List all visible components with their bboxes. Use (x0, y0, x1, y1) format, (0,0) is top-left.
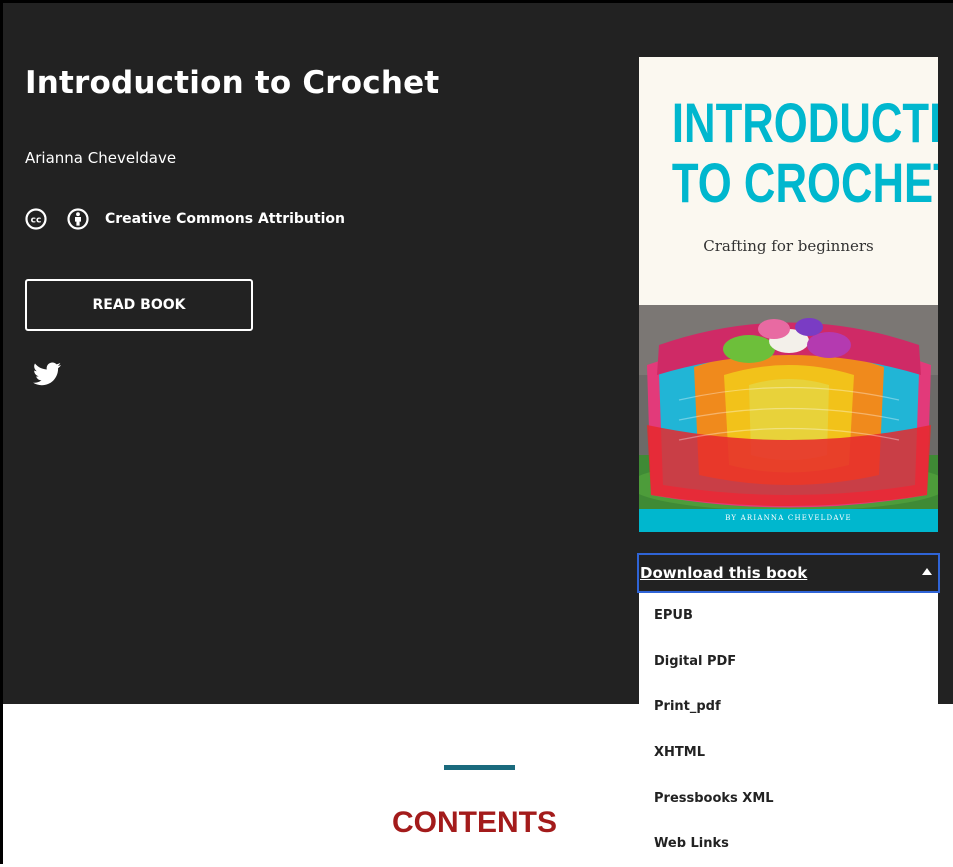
cc-icon[interactable]: cc (25, 208, 47, 230)
read-book-button[interactable]: READ BOOK (25, 279, 253, 331)
book-cover: INTRODUCTION TO CROCHET Crafting for beg… (639, 57, 938, 532)
cover-byline: BY ARIANNA CHEVELDAVE (725, 514, 852, 522)
attribution-icon[interactable] (67, 208, 89, 230)
download-option-epub[interactable]: EPUB (639, 593, 938, 639)
contents-heading: CONTENTS (392, 806, 557, 839)
download-option-web-links[interactable]: Web Links (639, 821, 938, 867)
download-option-print-pdf[interactable]: Print_pdf (639, 684, 938, 730)
caret-up-icon (922, 568, 932, 575)
cover-subtitle: Crafting for beginners (703, 237, 874, 255)
cover-band: BY ARIANNA CHEVELDAVE (639, 509, 938, 532)
twitter-icon[interactable] (33, 362, 61, 390)
download-toggle[interactable]: Download this book (637, 553, 940, 593)
cover-title-line1: INTRODUCTION (671, 91, 938, 154)
cover-title: INTRODUCTION TO CROCHET (671, 91, 938, 214)
download-option-pressbooks-xml[interactable]: Pressbooks XML (639, 775, 938, 821)
download-label[interactable]: Download this book (640, 564, 807, 582)
download-menu: EPUB Digital PDF Print_pdf XHTML Pressbo… (639, 593, 938, 864)
license-info: cc Creative Commons Attribution (25, 208, 345, 230)
book-author: Arianna Cheveldave (25, 149, 177, 167)
book-title: Introduction to Crochet (25, 65, 440, 101)
contents-divider (444, 765, 515, 770)
download-option-digital-pdf[interactable]: Digital PDF (639, 639, 938, 685)
download-option-xhtml[interactable]: XHTML (639, 730, 938, 776)
license-text[interactable]: Creative Commons Attribution (105, 211, 345, 227)
cover-photo (639, 305, 938, 509)
svg-text:cc: cc (31, 216, 42, 226)
cover-title-line2: TO CROCHET (671, 151, 938, 214)
